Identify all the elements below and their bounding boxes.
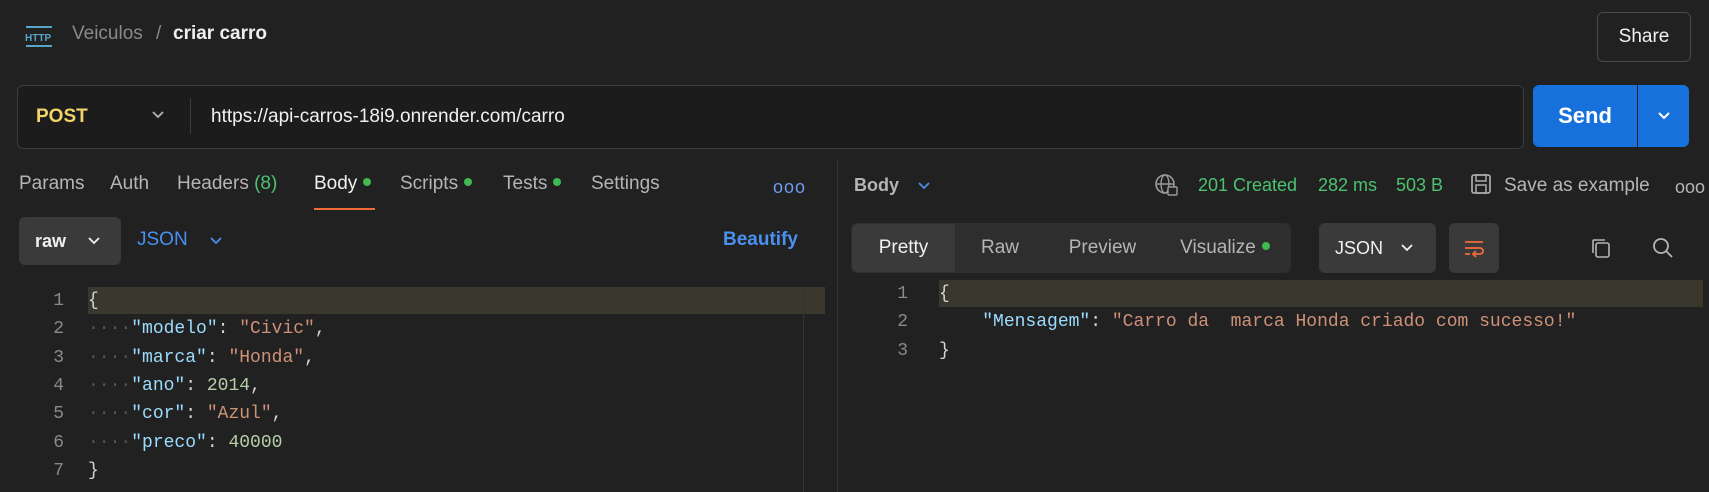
- divider: [190, 98, 191, 134]
- response-body-viewer[interactable]: 1{ 2 "Mensagem": "Carro da marca Honda c…: [868, 280, 1709, 370]
- body-language-select[interactable]: JSON: [137, 229, 188, 251]
- method-select[interactable]: POST: [36, 106, 88, 128]
- tab-auth[interactable]: Auth: [110, 173, 149, 195]
- code-line: 5 ···· "cor": "Azul",: [53, 404, 283, 425]
- chevron-down-icon: [1401, 244, 1413, 252]
- tab-scripts[interactable]: Scripts: [400, 173, 473, 195]
- tab-body[interactable]: Body: [314, 173, 372, 195]
- code-line: 2 "Mensagem": "Carro da marca Honda cria…: [897, 312, 1577, 333]
- status-dot: [1261, 242, 1270, 250]
- active-tab-indicator: [314, 208, 375, 210]
- chevron-down-icon[interactable]: [208, 233, 224, 254]
- pane-divider[interactable]: [837, 160, 838, 492]
- tab-visualize-label: Visualize: [1180, 237, 1256, 258]
- tab-body-label: Body: [314, 173, 358, 194]
- body-mode-select[interactable]: raw: [19, 217, 121, 265]
- response-time[interactable]: 282 ms: [1318, 175, 1377, 196]
- response-format-select[interactable]: JSON: [1319, 223, 1436, 273]
- response-format-label: JSON: [1335, 237, 1384, 258]
- request-body-editor[interactable]: 1{ 2 ···· "modelo": "Civic", 3 ···· "marca":…: [8, 287, 825, 492]
- breadcrumb-separator: /: [156, 23, 162, 44]
- tab-raw[interactable]: Raw: [955, 224, 1045, 272]
- tab-visualize[interactable]: Visualize: [1160, 224, 1290, 272]
- response-body-select[interactable]: Body: [854, 175, 899, 196]
- code-line: 1{: [53, 291, 99, 312]
- send-options-button[interactable]: [1638, 85, 1689, 147]
- code-line: 2 ···· "modelo": "Civic",: [53, 319, 326, 340]
- status-dot: [553, 177, 562, 186]
- chevron-down-icon[interactable]: [150, 107, 166, 123]
- send-button[interactable]: Send: [1533, 85, 1637, 147]
- tab-pretty[interactable]: Pretty: [852, 224, 955, 272]
- wrap-lines-button[interactable]: [1449, 223, 1499, 273]
- svg-text:HTTP: HTTP: [25, 33, 51, 44]
- search-icon[interactable]: [1651, 236, 1675, 265]
- tab-preview[interactable]: Preview: [1045, 224, 1160, 272]
- more-options-icon[interactable]: ooo: [1675, 177, 1705, 198]
- tab-headers-label: Headers: [177, 173, 249, 194]
- save-as-example-button[interactable]: Save as example: [1504, 175, 1650, 197]
- tab-tests[interactable]: Tests: [503, 173, 562, 195]
- code-line: 7}: [53, 460, 99, 481]
- breadcrumb-parent[interactable]: Veiculos: [72, 23, 143, 45]
- request-name[interactable]: criar carro: [173, 23, 267, 45]
- share-button[interactable]: Share: [1597, 12, 1691, 62]
- code-line: 3 ···· "marca": "Honda",: [53, 347, 315, 368]
- status-dot: [464, 177, 473, 186]
- code-line: 3}: [897, 340, 950, 361]
- code-line: 4 ···· "ano": 2014,: [53, 376, 261, 397]
- chevron-down-icon[interactable]: [916, 178, 932, 199]
- headers-count: (8): [254, 173, 278, 194]
- copy-icon[interactable]: [1589, 236, 1613, 265]
- chevron-down-icon: [1657, 112, 1670, 120]
- globe-lock-icon[interactable]: [1153, 172, 1179, 203]
- beautify-button[interactable]: Beautify: [723, 229, 798, 251]
- response-size[interactable]: 503 B: [1396, 175, 1443, 196]
- chevron-down-icon: [86, 233, 102, 254]
- tab-scripts-label: Scripts: [400, 173, 459, 194]
- tab-settings[interactable]: Settings: [591, 173, 660, 195]
- wrap-icon: [1465, 241, 1484, 258]
- body-mode-label: raw: [35, 230, 67, 251]
- tab-tests-label: Tests: [503, 173, 548, 194]
- more-options-icon[interactable]: ooo: [773, 177, 806, 198]
- code-line: 1{: [897, 284, 950, 305]
- save-icon[interactable]: [1469, 172, 1493, 201]
- status-dot: [363, 177, 372, 186]
- url-input[interactable]: https://api-carros-18i9.onrender.com/car…: [211, 106, 565, 128]
- tab-params[interactable]: Params: [19, 173, 84, 195]
- tab-headers[interactable]: Headers (8): [177, 173, 277, 195]
- status-code[interactable]: 201 Created: [1198, 175, 1297, 196]
- http-icon: HTTP: [24, 24, 56, 50]
- code-line: 6 ···· "preco": 40000: [53, 432, 283, 453]
